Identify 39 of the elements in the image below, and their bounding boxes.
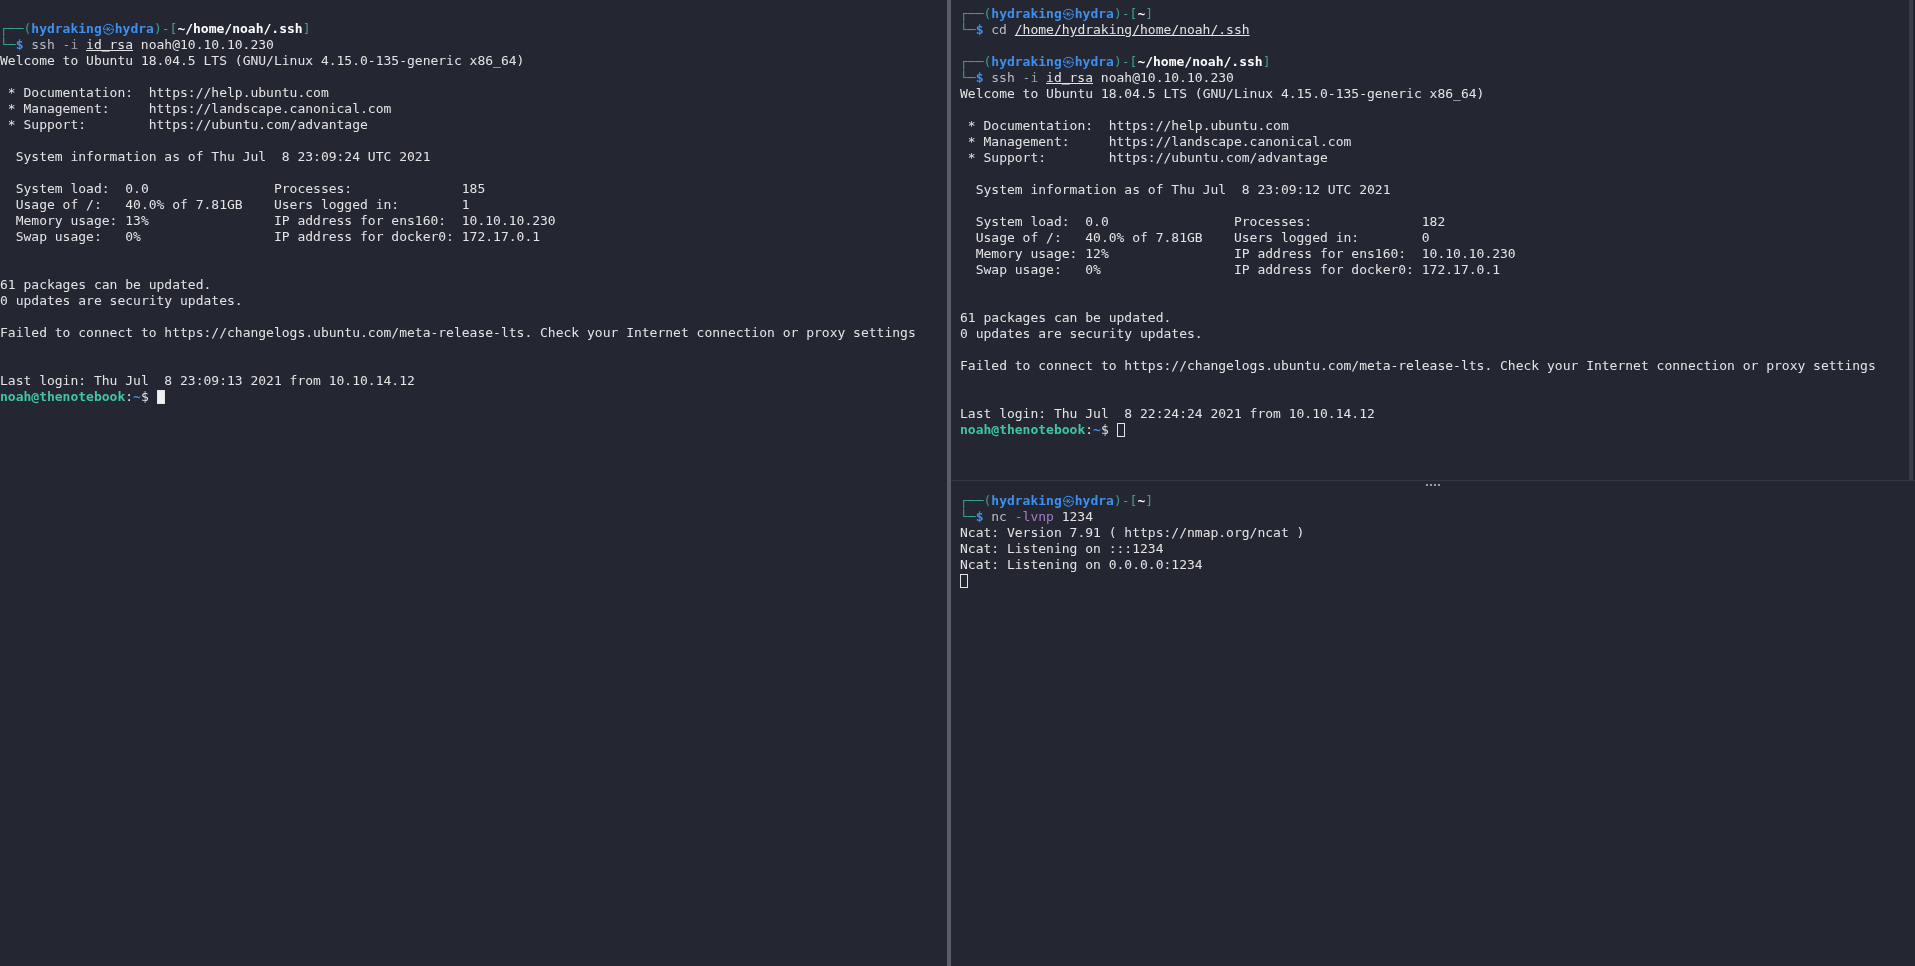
terminal-line: System load: 0.0 Processes: 182	[974, 214, 1447, 230]
terminal-line: System information as of Thu Jul 8 23:09:12 UTC 2021	[974, 182, 1392, 198]
terminal-line: * Management: https://landscape.canonical.com	[966, 134, 1353, 150]
terminal-line: * Management: https://landscape.canonical.com	[6, 101, 393, 117]
terminal-line: Memory usage: 13% IP address for ens160: 10.10.10.230	[14, 213, 557, 229]
prompt-line: ┌──(hydraking㉿hydra)-[~/home/noah/.ssh]	[960, 54, 1272, 70]
prompt-line: ┌──(hydraking㉿hydra)-[~]	[960, 6, 1155, 22]
terminal-line: 61 packages can be updated.	[960, 310, 1173, 326]
terminal-line: Ncat: Version 7.91 ( https://nmap.org/ncat )	[960, 525, 1306, 541]
terminal-line: Usage of /: 40.0% of 7.81GB Users logged in: 0	[974, 230, 1431, 246]
command-line: └─$ ssh -i id_rsa noah@10.10.10.230	[0, 37, 275, 53]
terminal-line: Failed to connect to https://changelogs.ubuntu.com/meta-release-lts. Check your Internet connection or proxy settings	[0, 325, 917, 341]
shell-prompt: noah@thenotebook:~$	[960, 422, 1109, 438]
terminal-line: System load: 0.0 Processes: 185	[14, 181, 487, 197]
terminal-line: Welcome to Ubuntu 18.04.5 LTS (GNU/Linux 4.15.0-135-generic x86_64)	[0, 53, 526, 69]
command-line: └─$ cd /home/hydraking/home/noah/.ssh	[960, 22, 1251, 38]
terminal-line: Welcome to Ubuntu 18.04.5 LTS (GNU/Linux 4.15.0-135-generic x86_64)	[960, 86, 1486, 102]
command-line: └─$ ssh -i id_rsa noah@10.10.10.230	[960, 70, 1235, 86]
terminal-line: Ncat: Listening on 0.0.0.0:1234	[960, 557, 1204, 573]
terminal-line: Last login: Thu Jul 8 23:09:13 2021 from 10.10.14.12	[0, 373, 416, 389]
terminal-line: System information as of Thu Jul 8 23:09:24 UTC 2021	[14, 149, 432, 165]
terminal-line: * Support: https://ubuntu.com/advantage	[6, 117, 369, 133]
terminal-line: 0 updates are security updates.	[0, 293, 244, 309]
terminal-line: Ncat: Listening on :::1234	[960, 541, 1165, 557]
terminal-line: Memory usage: 12% IP address for ens160: 10.10.10.230	[974, 246, 1517, 262]
terminal-line: * Documentation: https://help.ubuntu.com	[6, 85, 330, 101]
terminal-line: Failed to connect to https://changelogs.ubuntu.com/meta-release-lts. Check your Internet connection or proxy settings	[960, 358, 1877, 374]
terminal-line: 0 updates are security updates.	[960, 326, 1204, 342]
terminal-line: * Support: https://ubuntu.com/advantage	[966, 150, 1329, 166]
terminal-line: Swap usage: 0% IP address for docker0: 172.17.0.1	[974, 262, 1502, 278]
prompt-line: ┌──(hydraking㉿hydra)-[~]	[960, 493, 1155, 509]
prompt-line: ┌──(hydraking㉿hydra)-[~/home/noah/.ssh]	[0, 21, 312, 37]
terminal-line: 61 packages can be updated.	[0, 277, 213, 293]
terminal-line: Usage of /: 40.0% of 7.81GB Users logged in: 1	[14, 197, 471, 213]
shell-prompt: noah@thenotebook:~$	[0, 389, 149, 405]
terminal-line: * Documentation: https://help.ubuntu.com	[966, 118, 1290, 134]
terminal-line: Swap usage: 0% IP address for docker0: 172.17.0.1	[14, 229, 542, 245]
command-line: └─$ nc -lvnp 1234	[960, 509, 1095, 525]
terminal-line: Last login: Thu Jul 8 22:24:24 2021 from 10.10.14.12	[960, 406, 1376, 422]
